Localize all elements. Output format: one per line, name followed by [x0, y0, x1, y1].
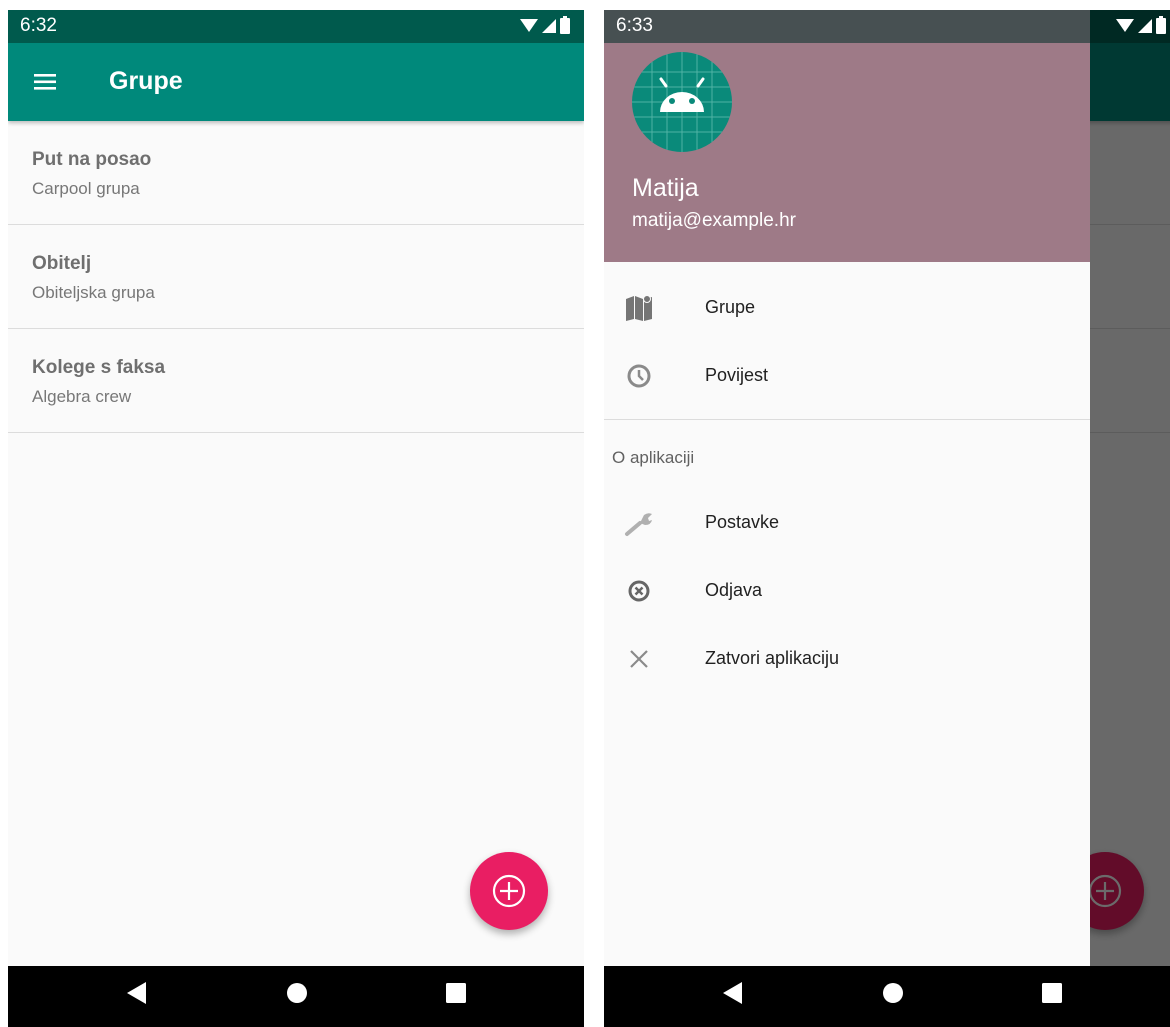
wifi-icon [520, 19, 538, 32]
profile-email: matija@example.hr [632, 210, 796, 231]
drawer-item-label: Grupe [705, 297, 756, 317]
add-group-button[interactable] [470, 852, 548, 930]
system-nav-bar [8, 966, 584, 1027]
list-item[interactable]: Put na posao Carpool grupa [8, 121, 584, 225]
drawer-item-odjava[interactable]: Odjava [604, 561, 1090, 621]
drawer-item-povijest[interactable]: Povijest [604, 346, 1090, 406]
status-time: 6:33 [616, 15, 653, 36]
group-list: Put na posao Carpool grupa Obitelj Obite… [8, 121, 584, 433]
drawer-item-label: Odjava [705, 580, 763, 600]
group-description: Algebra crew [32, 387, 132, 406]
group-name: Kolege s faksa [32, 357, 166, 378]
android-robot-icon [632, 52, 732, 152]
navigation-drawer: Matija matija@example.hr Grupe Povijest [604, 10, 1090, 1027]
battery-icon [1156, 16, 1166, 34]
avatar[interactable] [632, 52, 732, 152]
profile-name: Matija [632, 174, 699, 202]
home-icon[interactable] [284, 980, 310, 1006]
home-icon[interactable] [880, 980, 906, 1006]
add-circle-icon [492, 874, 526, 908]
phone-screen-groups: 6:32 Grupe Put na posao Carpool grupa Ob… [8, 10, 584, 1027]
recents-icon[interactable] [444, 980, 468, 1006]
status-icons [1116, 16, 1166, 34]
signal-icon [542, 19, 556, 33]
drawer-item-label: Postavke [705, 512, 780, 532]
drawer-item-label: Zatvori aplikaciju [705, 648, 840, 668]
status-icons [520, 16, 570, 34]
close-icon [624, 644, 654, 674]
map-icon [624, 293, 654, 323]
status-time: 6:32 [20, 15, 57, 36]
battery-icon [560, 16, 570, 34]
group-description: Obiteljska grupa [32, 283, 155, 302]
drawer-section-title: O aplikaciji [612, 448, 695, 467]
back-icon[interactable] [124, 980, 148, 1006]
wrench-icon [624, 508, 654, 538]
status-bar: 6:33 [604, 10, 1170, 43]
drawer-item-postavke[interactable]: Postavke [604, 493, 1090, 553]
list-item[interactable]: Kolege s faksa Algebra crew [8, 329, 584, 433]
group-name: Put na posao [32, 149, 152, 170]
clock-icon [624, 361, 654, 391]
drawer-item-zatvori-aplikaciju[interactable]: Zatvori aplikaciju [604, 629, 1090, 689]
system-nav-bar [604, 966, 1170, 1027]
phone-screen-drawer-open: 6:33 Matija matija@example.hr Grupe Povi… [604, 10, 1170, 1027]
drawer-header: Matija matija@example.hr [604, 10, 1090, 262]
group-name: Obitelj [32, 253, 92, 274]
group-description: Carpool grupa [32, 179, 140, 198]
logout-circle-icon [624, 576, 654, 606]
page-title: Grupe [109, 67, 183, 95]
status-bar: 6:32 [8, 10, 584, 43]
drawer-item-label: Povijest [705, 365, 769, 385]
drawer-item-grupe[interactable]: Grupe [604, 278, 1090, 338]
recents-icon[interactable] [1040, 980, 1064, 1006]
signal-icon [1138, 19, 1152, 33]
hamburger-menu-icon[interactable] [32, 68, 60, 96]
wifi-icon [1116, 19, 1134, 32]
app-bar: Grupe [8, 43, 584, 121]
list-item[interactable]: Obitelj Obiteljska grupa [8, 225, 584, 329]
drawer-divider [604, 419, 1090, 420]
back-icon[interactable] [720, 980, 744, 1006]
